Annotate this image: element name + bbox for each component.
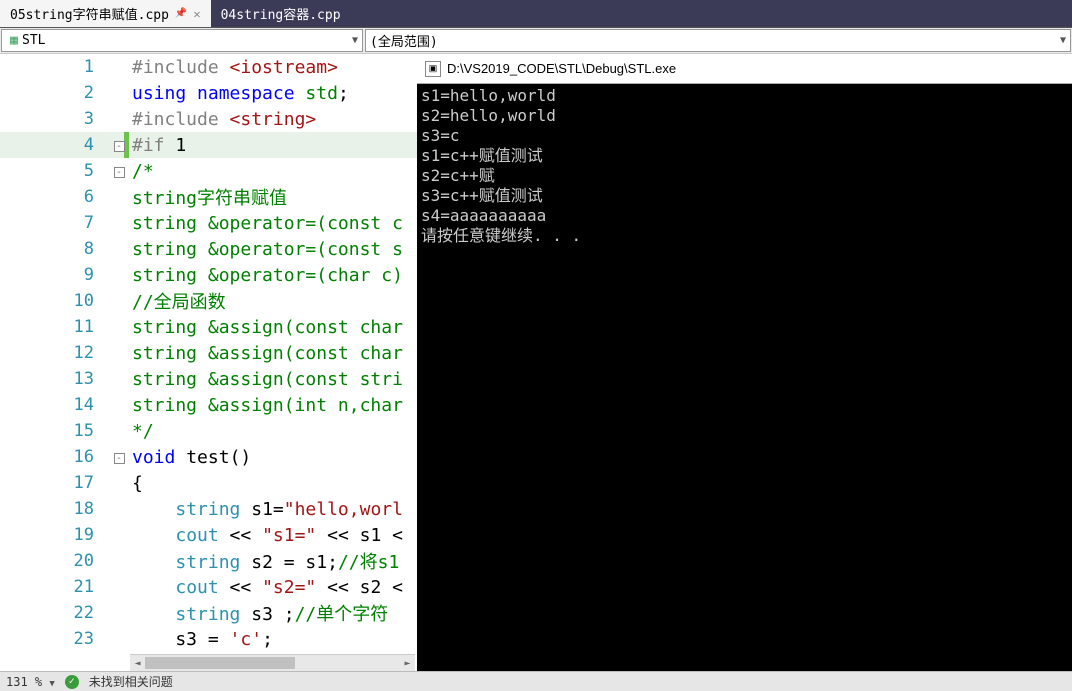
line-number: 11 — [0, 317, 110, 337]
tab-label: 04string容器.cpp — [221, 4, 341, 23]
app-icon: ▣ — [425, 61, 441, 77]
code-text[interactable]: string s2 = s1;//将s1 — [128, 548, 399, 574]
editor-hscroll[interactable]: ◄ ► — [130, 654, 415, 671]
code-text[interactable]: /* — [128, 161, 154, 182]
code-text[interactable]: string &assign(const stri — [128, 369, 403, 390]
line-number: 7 — [0, 213, 110, 233]
code-text[interactable]: cout << "s2=" << s2 < — [128, 577, 403, 598]
fold-gutter[interactable]: - — [110, 137, 128, 153]
line-number: 1 — [0, 57, 110, 77]
tab-bar: 05string字符串赋值.cpp 📌 ✕ 04string容器.cpp — [0, 0, 1072, 28]
line-number: 15 — [0, 421, 110, 441]
line-number: 19 — [0, 525, 110, 545]
chevron-down-icon: ▼ — [352, 35, 358, 46]
line-number: 3 — [0, 109, 110, 129]
line-number: 4 — [0, 135, 110, 155]
scroll-thumb[interactable] — [145, 657, 295, 669]
pin-icon[interactable]: 📌 — [175, 8, 187, 19]
console-window: ▣ D:\VS2019_CODE\STL\Debug\STL.exe s1=he… — [417, 54, 1072, 671]
code-text[interactable]: string字符串赋值 — [128, 184, 287, 210]
code-text[interactable]: #include <string> — [128, 109, 316, 130]
scroll-right-arrow[interactable]: ► — [400, 655, 415, 672]
dropdown-text: (全局范围) — [370, 31, 438, 50]
line-number: 18 — [0, 499, 110, 519]
code-text[interactable]: */ — [128, 421, 154, 442]
line-number: 6 — [0, 187, 110, 207]
code-text[interactable]: string &operator=(const c — [128, 213, 403, 234]
fold-toggle-icon[interactable]: - — [114, 453, 125, 464]
ok-icon: ✓ — [65, 675, 79, 689]
code-text[interactable]: string &assign(const char — [128, 343, 403, 364]
code-text[interactable]: string &assign(int n,char — [128, 395, 403, 416]
scope-dropdown-left[interactable]: STL ▼ — [1, 29, 363, 52]
dropdown-text: STL — [22, 33, 45, 48]
code-text[interactable]: string &assign(const char — [128, 317, 403, 338]
line-number: 16 — [0, 447, 110, 467]
tab-inactive[interactable]: 04string容器.cpp — [211, 0, 351, 27]
code-text[interactable]: { — [128, 473, 143, 494]
fold-toggle-icon[interactable]: - — [114, 141, 125, 152]
nav-dropdown-bar: STL ▼ (全局范围) ▼ — [0, 28, 1072, 54]
tab-label: 05string字符串赋值.cpp — [10, 4, 169, 23]
line-number: 23 — [0, 629, 110, 649]
line-number: 17 — [0, 473, 110, 493]
zoom-value: 131 % — [6, 675, 42, 689]
code-text[interactable]: s3 = 'c'; — [128, 629, 273, 650]
line-number: 5 — [0, 161, 110, 181]
code-text[interactable]: string s1="hello,worl — [128, 499, 403, 520]
code-text[interactable]: string &operator=(const s — [128, 239, 403, 260]
scroll-left-arrow[interactable]: ◄ — [130, 655, 145, 672]
code-text[interactable]: void test() — [128, 447, 251, 468]
fold-toggle-icon[interactable]: - — [114, 167, 125, 178]
code-text[interactable]: string s3 ;//单个字符 — [128, 600, 388, 626]
line-number: 8 — [0, 239, 110, 259]
chevron-down-icon: ▼ — [49, 679, 54, 689]
code-text[interactable]: #include <iostream> — [128, 57, 338, 78]
code-text[interactable]: string &operator=(char c) — [128, 265, 403, 286]
line-number: 21 — [0, 577, 110, 597]
code-text[interactable]: //全局函数 — [128, 288, 226, 314]
fold-gutter[interactable]: - — [110, 449, 128, 465]
fold-gutter[interactable]: - — [110, 163, 128, 179]
console-output[interactable]: s1=hello,world s2=hello,world s3=c s1=c+… — [417, 84, 1072, 248]
line-number: 22 — [0, 603, 110, 623]
tab-active[interactable]: 05string字符串赋值.cpp 📌 ✕ — [0, 0, 211, 27]
close-icon[interactable]: ✕ — [193, 7, 200, 21]
issues-text[interactable]: 未找到相关问题 — [89, 673, 173, 690]
status-bar: 131 % ▼ ✓ 未找到相关问题 — [0, 671, 1072, 691]
console-title: D:\VS2019_CODE\STL\Debug\STL.exe — [447, 61, 676, 76]
scope-dropdown-right[interactable]: (全局范围) ▼ — [365, 29, 1071, 52]
line-number: 2 — [0, 83, 110, 103]
console-titlebar[interactable]: ▣ D:\VS2019_CODE\STL\Debug\STL.exe — [417, 54, 1072, 84]
code-text[interactable]: #if 1 — [128, 135, 186, 156]
line-number: 10 — [0, 291, 110, 311]
chevron-down-icon: ▼ — [1060, 35, 1066, 46]
line-number: 14 — [0, 395, 110, 415]
line-number: 13 — [0, 369, 110, 389]
line-number: 12 — [0, 343, 110, 363]
line-number: 20 — [0, 551, 110, 571]
code-text[interactable]: using namespace std; — [128, 83, 349, 104]
line-number: 9 — [0, 265, 110, 285]
code-text[interactable]: cout << "s1=" << s1 < — [128, 525, 403, 546]
project-icon — [6, 33, 22, 49]
zoom-level[interactable]: 131 % ▼ — [6, 675, 55, 689]
